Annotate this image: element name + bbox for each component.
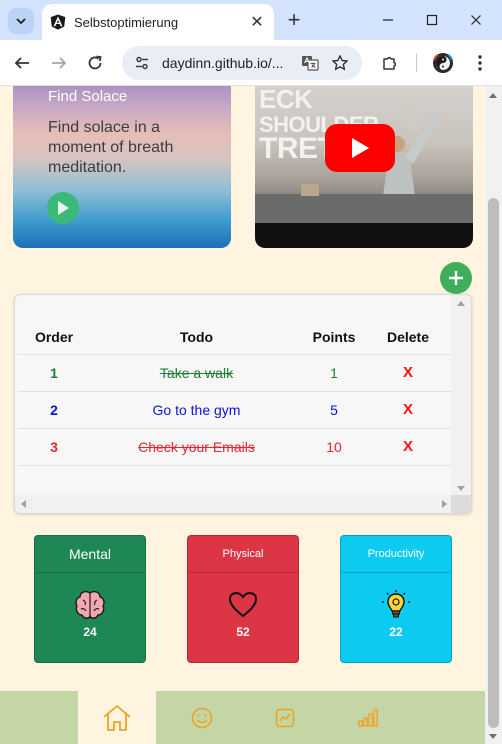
brain-icon [73,588,107,622]
scroll-left-arrow-icon[interactable] [21,500,26,508]
column-header-delete[interactable]: Delete [365,320,451,355]
table-row: 1 Take a walk 1 X [18,354,451,392]
tab-close-icon[interactable]: ✕ [248,13,266,31]
stat-card-physical[interactable]: Physical 52 [187,535,299,663]
table-row: 2 Go to the gym 5 X [18,391,451,429]
youtube-video-embed[interactable]: ECK SHOULDER TRET [255,86,473,248]
table-vertical-scrollbar[interactable] [451,295,471,497]
profile-avatar[interactable] [431,51,455,75]
smiley-icon [191,707,213,728]
nav-home[interactable] [78,691,156,744]
minimize-icon[interactable] [376,8,400,32]
youtube-play-icon[interactable] [325,124,395,172]
todo-text[interactable]: Take a walk [90,354,303,392]
solace-card[interactable]: Find Solace Find solace in a moment of b… [13,86,231,248]
heart-icon [226,588,260,622]
address-bar[interactable]: daydinn.github.io/... [122,46,362,80]
bookmark-star-icon[interactable] [328,51,352,75]
translate-icon[interactable] [298,51,322,75]
yoga-block [301,184,319,196]
column-header-order[interactable]: Order [18,320,90,355]
stat-value: 52 [236,625,250,639]
browser-tabstrip: Selbstoptimierung ✕ + [0,0,502,40]
stat-value: 22 [389,625,403,639]
lightbulb-icon [379,588,413,622]
browser-toolbar: daydinn.github.io/... [0,40,502,86]
bar-chart-icon [358,708,378,727]
todo-table-panel[interactable]: Order Todo Points Delete 1 Take a walk 1… [14,294,472,514]
page-viewport: Find Solace Find solace in a moment of b… [0,86,485,744]
todo-points: 10 [303,428,365,466]
stat-card-title: Mental [35,536,145,573]
maximize-icon[interactable] [420,8,444,32]
site-settings-icon[interactable] [130,51,154,75]
scroll-up-arrow-icon[interactable] [489,93,497,98]
todo-table: Order Todo Points Delete 1 Take a walk 1… [18,320,451,466]
scroll-thumb[interactable] [488,198,499,728]
todo-order: 1 [18,354,90,392]
todo-order: 2 [18,391,90,429]
scroll-down-arrow-icon[interactable] [457,486,465,491]
scroll-right-arrow-icon[interactable] [442,500,447,508]
delete-todo-button[interactable]: X [365,391,451,429]
stat-card-productivity[interactable]: Productivity 22 [340,535,452,663]
todo-table-header: Order Todo Points Delete [18,320,451,355]
url-text: daydinn.github.io/... [162,55,284,71]
stat-value: 24 [83,625,97,639]
todo-order: 3 [18,428,90,466]
forward-arrow-icon[interactable] [47,51,71,75]
nav-statistics[interactable] [261,691,309,744]
back-arrow-icon[interactable] [10,51,34,75]
column-header-todo[interactable]: Todo [90,320,303,355]
extensions-puzzle-icon[interactable] [378,51,402,75]
add-todo-button[interactable] [440,262,472,294]
play-circle-icon[interactable] [47,192,79,224]
tab-title: Selbstoptimierung [74,14,179,30]
bottom-navigation [0,691,485,744]
new-tab-plus-icon[interactable]: + [282,7,306,32]
angular-logo-icon [50,14,66,30]
todo-points: 1 [303,354,365,392]
video-thumbnail-text: ECK [259,86,313,114]
table-horizontal-scrollbar[interactable] [15,495,453,513]
tab-search-button[interactable] [8,8,34,34]
browser-tab-active[interactable]: Selbstoptimierung ✕ [42,4,274,40]
page-scrollbar[interactable] [485,86,502,744]
solace-description: Find solace in a moment of breath medita… [48,119,174,176]
video-thumbnail-text: TRET [259,132,336,165]
column-header-points[interactable]: Points [303,320,365,355]
nav-progress[interactable] [344,691,392,744]
chart-line-icon [275,708,295,727]
chevron-down-icon [16,18,26,25]
stat-card-title: Physical [188,536,298,573]
stat-card-mental[interactable]: Mental 24 [34,535,146,663]
stat-card-title: Productivity [341,536,451,573]
scrollbar-corner [451,495,471,513]
nav-mood[interactable] [178,691,226,744]
video-floor [255,194,473,223]
delete-todo-button[interactable]: X [365,428,451,466]
scroll-up-arrow-icon[interactable] [457,301,465,306]
plus-circle-icon [449,271,463,285]
table-row: 3 Check your Emails 10 X [18,428,451,466]
home-icon [103,704,131,731]
reload-icon[interactable] [83,51,107,75]
scroll-down-arrow-icon[interactable] [489,734,497,739]
todo-text[interactable]: Go to the gym [90,391,303,429]
toolbar-separator [416,54,417,72]
todo-text[interactable]: Check your Emails [90,428,303,466]
solace-title: Find Solace [48,88,128,105]
delete-todo-button[interactable]: X [365,354,451,392]
browser-menu-kebab-icon[interactable] [468,51,492,75]
todo-points: 5 [303,391,365,429]
window-close-icon[interactable] [464,8,488,32]
